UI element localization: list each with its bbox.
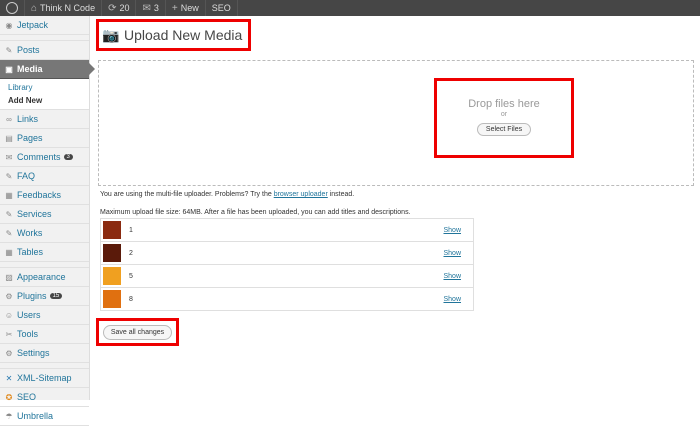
sidebar-item-tables[interactable]: ▦ Tables xyxy=(0,243,89,262)
browser-uploader-link[interactable]: browser uploader xyxy=(274,191,328,198)
list-item: 5 Show xyxy=(101,265,473,288)
page-title: Upload New Media xyxy=(124,27,243,43)
list-item: 1 Show xyxy=(101,219,473,242)
umbrella-icon: ☂ xyxy=(5,411,13,421)
submenu-item-add-new[interactable]: Add New xyxy=(0,94,89,107)
plugins-count-badge: 15 xyxy=(49,293,63,299)
max-upload-size-text: Maximum upload file size: 64MB. After a … xyxy=(100,209,411,216)
appearance-icon: ▨ xyxy=(5,272,13,282)
services-icon: ✎ xyxy=(5,209,13,219)
users-icon: ☺ xyxy=(4,310,14,320)
sidebar-item-services[interactable]: ✎ Services xyxy=(0,205,89,224)
faq-icon: ✎ xyxy=(5,171,13,181)
or-text: or xyxy=(500,111,508,118)
table-icon: ▦ xyxy=(5,247,13,257)
submenu-item-library[interactable]: Library xyxy=(0,81,89,94)
works-icon: ✎ xyxy=(5,228,13,238)
file-thumbnail xyxy=(103,244,121,262)
sitemap-icon: ✕ xyxy=(5,373,13,383)
sidebar-item-comments[interactable]: ✉ Comments 3 xyxy=(0,148,89,167)
comments-link[interactable]: ✉ 3 xyxy=(136,0,166,16)
wordpress-logo-menu[interactable] xyxy=(0,0,25,16)
sidebar-item-xml-sitemap[interactable]: ✕ XML-Sitemap xyxy=(0,369,89,388)
plugin-icon: ⚙ xyxy=(5,291,13,301)
sidebar-item-umbrella[interactable]: ☂ Umbrella xyxy=(0,407,89,426)
admin-sidebar: ◉ Jetpack ✎ Posts ▣ Media Library Add Ne… xyxy=(0,16,95,426)
list-item: 2 Show xyxy=(101,242,473,265)
sidebar-item-links[interactable]: ∞ Links xyxy=(0,110,89,129)
save-all-changes-button[interactable]: Save all changes xyxy=(102,324,173,340)
speech-bubble-icon: ✉ xyxy=(142,2,151,14)
file-thumbnail xyxy=(103,290,121,308)
sidebar-item-settings[interactable]: ⚙ Settings xyxy=(0,344,89,363)
sidebar-item-seo[interactable]: ✪ SEO xyxy=(0,388,89,407)
site-name-link[interactable]: ⌂ Think N Code xyxy=(25,0,103,16)
show-link[interactable]: Show xyxy=(443,296,461,303)
settings-icon: ⚙ xyxy=(5,348,13,358)
wordpress-logo-icon xyxy=(6,2,18,14)
media-icon: ▣ xyxy=(5,64,13,74)
page-title-highlight: 📷 Upload New Media xyxy=(96,19,251,51)
list-item: 8 Show xyxy=(101,288,473,310)
drop-files-text: Drop files here xyxy=(468,98,540,110)
sidebar-item-pages[interactable]: ▤ Pages xyxy=(0,129,89,148)
media-submenu: Library Add New xyxy=(0,79,89,110)
show-link[interactable]: Show xyxy=(443,227,461,234)
updates-link[interactable]: ⟳ 20 xyxy=(102,0,137,16)
show-link[interactable]: Show xyxy=(443,250,461,257)
new-content-link[interactable]: + New xyxy=(166,0,206,16)
camera-icon: 📷 xyxy=(102,27,120,43)
sidebar-item-jetpack[interactable]: ◉ Jetpack xyxy=(0,16,89,35)
page-icon: ▤ xyxy=(5,133,13,143)
file-name: 1 xyxy=(129,226,133,234)
refresh-icon: ⟳ xyxy=(108,2,117,14)
file-name: 5 xyxy=(129,272,133,280)
file-name: 2 xyxy=(129,249,133,257)
seo-menu-link[interactable]: SEO xyxy=(206,0,238,16)
sidebar-item-feedbacks[interactable]: ▦ Feedbacks xyxy=(0,186,89,205)
select-files-button[interactable]: Select Files xyxy=(476,123,532,136)
tools-icon: ✂ xyxy=(5,329,13,339)
sidebar-item-media[interactable]: ▣ Media xyxy=(0,60,95,79)
main-content: 📷 Upload New Media Drop files here or Se… xyxy=(90,16,700,400)
sidebar-item-faq[interactable]: ✎ FAQ xyxy=(0,167,89,186)
admin-bar: ⌂ Think N Code ⟳ 20 ✉ 3 + New SEO xyxy=(0,0,700,16)
sidebar-item-works[interactable]: ✎ Works xyxy=(0,224,89,243)
pin-icon: ✎ xyxy=(5,45,13,55)
file-thumbnail xyxy=(103,221,121,239)
uploader-info: You are using the multi-file uploader. P… xyxy=(100,191,355,198)
jetpack-icon: ◉ xyxy=(5,20,13,30)
sidebar-item-tools[interactable]: ✂ Tools xyxy=(0,325,89,344)
sidebar-item-users[interactable]: ☺ Users xyxy=(0,306,89,325)
home-icon: ⌂ xyxy=(31,2,38,14)
drop-files-highlight: Drop files here or Select Files xyxy=(434,78,574,158)
plus-icon: + xyxy=(171,2,178,14)
sidebar-item-plugins[interactable]: ⚙ Plugins 15 xyxy=(0,287,89,306)
show-link[interactable]: Show xyxy=(443,273,461,280)
save-button-highlight: Save all changes xyxy=(96,318,179,346)
comment-icon: ✉ xyxy=(5,152,13,162)
link-icon: ∞ xyxy=(6,114,12,124)
drop-area[interactable] xyxy=(98,60,694,186)
comments-count-badge: 3 xyxy=(63,154,73,160)
seo-icon: ✪ xyxy=(5,392,13,402)
file-thumbnail xyxy=(103,267,121,285)
sidebar-item-appearance[interactable]: ▨ Appearance xyxy=(0,268,89,287)
file-name: 8 xyxy=(129,295,133,303)
uploaded-files-list: 1 Show 2 Show 5 Show 8 Show xyxy=(100,218,474,311)
feedback-icon: ▦ xyxy=(5,190,13,200)
sidebar-item-posts[interactable]: ✎ Posts xyxy=(0,41,89,60)
